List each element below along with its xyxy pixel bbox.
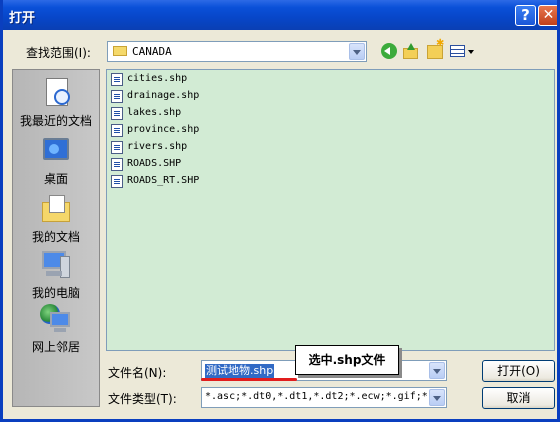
cancel-button[interactable]: 取消 [482,387,555,409]
folder-icon [113,46,127,56]
chevron-down-icon[interactable] [429,362,445,379]
file-name: ROADS.SHP [127,158,182,169]
filetype-select[interactable]: *.asc;*.dt0,*.dt1,*.dt2;*.ecw;*.gif;* [201,387,447,408]
place-desktop[interactable]: 桌面 [13,136,99,187]
shapefile-icon [111,124,123,137]
lookin-value: CANADA [132,45,172,58]
my-computer-icon [40,250,72,280]
file-name: cities.shp [127,73,188,84]
shapefile-icon [111,73,123,86]
file-name: drainage.shp [127,90,200,101]
shapefile-icon [111,107,123,120]
close-button[interactable]: ✕ [538,5,557,26]
place-label: 我的电脑 [31,286,80,300]
annotation-callout: 选中.shp文件 [295,345,399,375]
chevron-down-icon[interactable] [429,389,445,406]
lookin-label: 查找范围(I): [26,46,91,60]
title-bar[interactable]: 打开 ? ✕ [3,0,557,30]
place-my-computer[interactable]: 我的电脑 [13,250,99,301]
place-label: 我的文档 [31,230,80,244]
file-name: province.shp [127,124,200,135]
place-label: 桌面 [43,172,68,186]
filetype-label: 文件类型(T): [108,392,177,406]
back-icon[interactable] [381,43,397,59]
recent-documents-icon [40,78,72,108]
view-menu-icon[interactable] [450,43,474,59]
desktop-icon [40,136,72,166]
file-list[interactable]: cities.shp drainage.shp lakes.shp provin… [106,69,555,351]
filename-value[interactable]: 测试地物.shp [205,364,275,378]
file-name: lakes.shp [127,107,182,118]
annotation-underline [201,378,297,381]
open-button[interactable]: 打开(O) [482,360,555,382]
window-title: 打开 [9,11,36,26]
help-button[interactable]: ? [515,5,536,26]
my-documents-icon [40,194,72,224]
file-name: rivers.shp [127,141,188,152]
new-folder-icon[interactable] [427,38,444,59]
places-bar: 我最近的文档 桌面 我的文档 我的电脑 网上邻居 [12,69,100,407]
filename-label: 文件名(N): [108,366,167,380]
open-file-dialog: 打开 ? ✕ 查找范围(I): CANADA 我最近的文档 桌面 我的文档 我的… [0,0,560,422]
place-network[interactable]: 网上邻居 [13,304,99,355]
shapefile-icon [111,141,123,154]
shapefile-icon [111,158,123,171]
shapefile-icon [111,90,123,103]
file-name: ROADS_RT.SHP [127,175,200,186]
chevron-down-icon[interactable] [349,43,365,60]
filetype-value: *.asc;*.dt0,*.dt1,*.dt2;*.ecw;*.gif;* [205,391,427,402]
place-label: 我最近的文档 [19,114,92,128]
place-recent[interactable]: 我最近的文档 [13,78,99,129]
lookin-combobox[interactable]: CANADA [107,41,367,62]
place-my-documents[interactable]: 我的文档 [13,194,99,245]
place-label: 网上邻居 [31,340,80,354]
shapefile-icon [111,175,123,188]
network-places-icon [40,304,72,334]
up-folder-icon[interactable] [403,43,419,59]
